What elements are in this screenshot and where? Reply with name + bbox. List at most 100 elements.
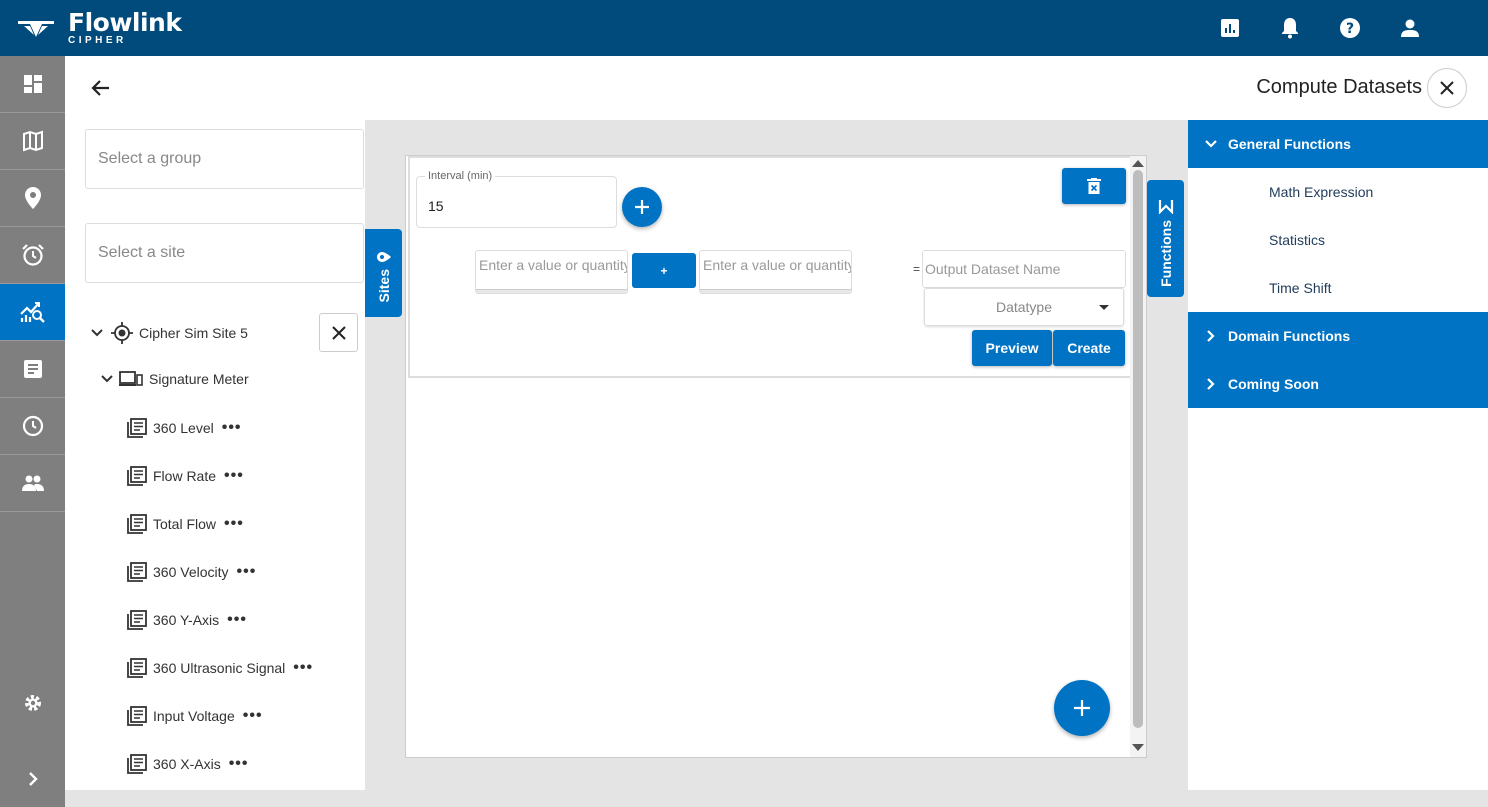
dropdown-caret-icon [1099, 305, 1109, 310]
more-options-icon[interactable]: ••• [243, 707, 263, 725]
tab-functions[interactable]: Functions [1147, 180, 1184, 297]
interval-value: 15 [428, 198, 444, 214]
compute-card: Interval (min) 15 Enter a value or quant… [408, 156, 1132, 378]
dataset-label: 360 Ultrasonic Signal [153, 660, 286, 676]
close-button[interactable] [1427, 68, 1467, 108]
function-time-shift[interactable]: Time Shift [1269, 280, 1332, 296]
bell-icon[interactable] [1276, 14, 1304, 42]
site-name: Cipher Sim Site 5 [139, 325, 248, 341]
dataset-row[interactable]: 360 Velocity ••• [127, 562, 256, 582]
canvas-scrollbar[interactable] [1130, 156, 1146, 757]
dataset-row[interactable]: Total Flow ••• [127, 514, 244, 534]
back-arrow-icon[interactable] [89, 76, 113, 100]
delete-button[interactable] [1062, 168, 1126, 204]
more-options-icon[interactable]: ••• [229, 755, 249, 773]
plus-icon [1074, 700, 1090, 716]
chevron-down-icon[interactable] [101, 373, 113, 385]
expand-nav-chevron-icon[interactable] [0, 754, 65, 804]
history-icon[interactable] [0, 398, 65, 455]
tab-functions-label: Functions [1157, 220, 1174, 287]
analytics-icon[interactable] [0, 284, 65, 341]
tab-sites[interactable]: Sites [365, 229, 402, 317]
location-pin-icon[interactable] [0, 170, 65, 227]
tree-device-row[interactable]: Signature Meter [101, 370, 249, 388]
domain-functions-header[interactable]: Domain Functions [1188, 312, 1488, 360]
scroll-thumb[interactable] [1133, 170, 1143, 728]
help-icon[interactable]: ? [1336, 14, 1364, 42]
dataset-row[interactable]: Flow Rate ••• [127, 466, 244, 486]
users-icon[interactable] [0, 455, 65, 512]
trash-icon [1087, 177, 1101, 194]
top-bar: Flowlink CIPHER ? [0, 0, 1488, 56]
group-select[interactable]: Select a group [85, 129, 364, 189]
more-options-icon[interactable]: ••• [237, 563, 257, 581]
report-list-icon[interactable] [0, 341, 65, 398]
sigma-icon [1158, 200, 1173, 214]
svg-text:?: ? [1346, 21, 1354, 37]
flowlink-logo[interactable]: Flowlink CIPHER [16, 8, 182, 48]
device-name: Signature Meter [149, 371, 249, 387]
dataset-row[interactable]: 360 Level ••• [127, 418, 242, 438]
interval-field[interactable]: Interval (min) 15 [416, 170, 617, 228]
operator-button[interactable]: + [632, 253, 696, 288]
more-options-icon[interactable]: ••• [222, 419, 242, 437]
dataset-label: Total Flow [153, 516, 217, 532]
dataset-icon [127, 610, 147, 630]
site-select[interactable]: Select a site [85, 223, 364, 283]
add-card-fab[interactable] [1054, 680, 1110, 736]
more-options-icon[interactable]: ••• [227, 611, 247, 629]
chevron-right-icon [1202, 378, 1220, 390]
scroll-up-icon[interactable] [1130, 157, 1146, 169]
dataset-label: 360 Y-Axis [153, 612, 220, 628]
interval-label: Interval (min) [425, 170, 496, 182]
report-icon[interactable] [1216, 14, 1244, 42]
preview-button[interactable]: Preview [972, 330, 1052, 366]
dataset-icon [127, 706, 147, 726]
datatype-select[interactable]: Datatype [924, 288, 1124, 326]
left-nav [0, 56, 65, 807]
location-pin-icon [376, 252, 391, 262]
more-options-icon[interactable]: ••• [293, 659, 313, 677]
device-icon [119, 371, 143, 386]
scroll-down-icon[interactable] [1130, 742, 1146, 754]
function-math-expression[interactable]: Math Expression [1269, 184, 1373, 200]
dataset-label: 360 Velocity [153, 564, 229, 580]
dataset-row[interactable]: 360 X-Axis ••• [127, 754, 249, 774]
functions-panel: General Functions Math Expression Statis… [1188, 120, 1488, 790]
coming-soon-header[interactable]: Coming Soon [1188, 360, 1488, 408]
general-functions-header[interactable]: General Functions [1188, 120, 1488, 168]
more-options-icon[interactable]: ••• [224, 515, 244, 533]
brand-sub: CIPHER [68, 35, 127, 46]
dataset-row[interactable]: 360 Ultrasonic Signal ••• [127, 658, 313, 678]
function-statistics[interactable]: Statistics [1269, 232, 1325, 248]
dataset-icon [127, 514, 147, 534]
page-header: Compute Datasets [65, 56, 1488, 120]
create-button[interactable]: Create [1053, 330, 1125, 366]
bottom-strip [65, 790, 1488, 807]
chevron-down-icon [1202, 138, 1220, 150]
output-dataset-name-input[interactable]: Output Dataset Name [922, 250, 1126, 288]
operand-1-input[interactable]: Enter a value or quantity [475, 250, 628, 294]
remove-site-button[interactable] [319, 313, 358, 352]
dataset-icon [127, 562, 147, 582]
alarm-icon[interactable] [0, 227, 65, 284]
add-term-button[interactable] [622, 187, 662, 227]
chevron-right-icon [1202, 330, 1220, 342]
settings-icon[interactable] [0, 678, 65, 728]
tree-site-row[interactable]: Cipher Sim Site 5 [91, 322, 248, 344]
equals-sign: = [913, 262, 921, 276]
more-options-icon[interactable]: ••• [224, 467, 244, 485]
user-icon[interactable] [1396, 14, 1424, 42]
dataset-label: 360 Level [153, 420, 214, 436]
plus-icon [635, 200, 649, 214]
chevron-down-icon[interactable] [91, 327, 103, 339]
page-title: Compute Datasets [1256, 76, 1422, 98]
operand-2-input[interactable]: Enter a value or quantity [699, 250, 852, 294]
close-icon [1440, 81, 1454, 95]
compute-canvas: Interval (min) 15 Enter a value or quant… [405, 155, 1147, 758]
site-target-icon [111, 322, 133, 344]
dashboard-icon[interactable] [0, 56, 65, 113]
map-icon[interactable] [0, 113, 65, 170]
dataset-row[interactable]: Input Voltage ••• [127, 706, 263, 726]
dataset-row[interactable]: 360 Y-Axis ••• [127, 610, 247, 630]
